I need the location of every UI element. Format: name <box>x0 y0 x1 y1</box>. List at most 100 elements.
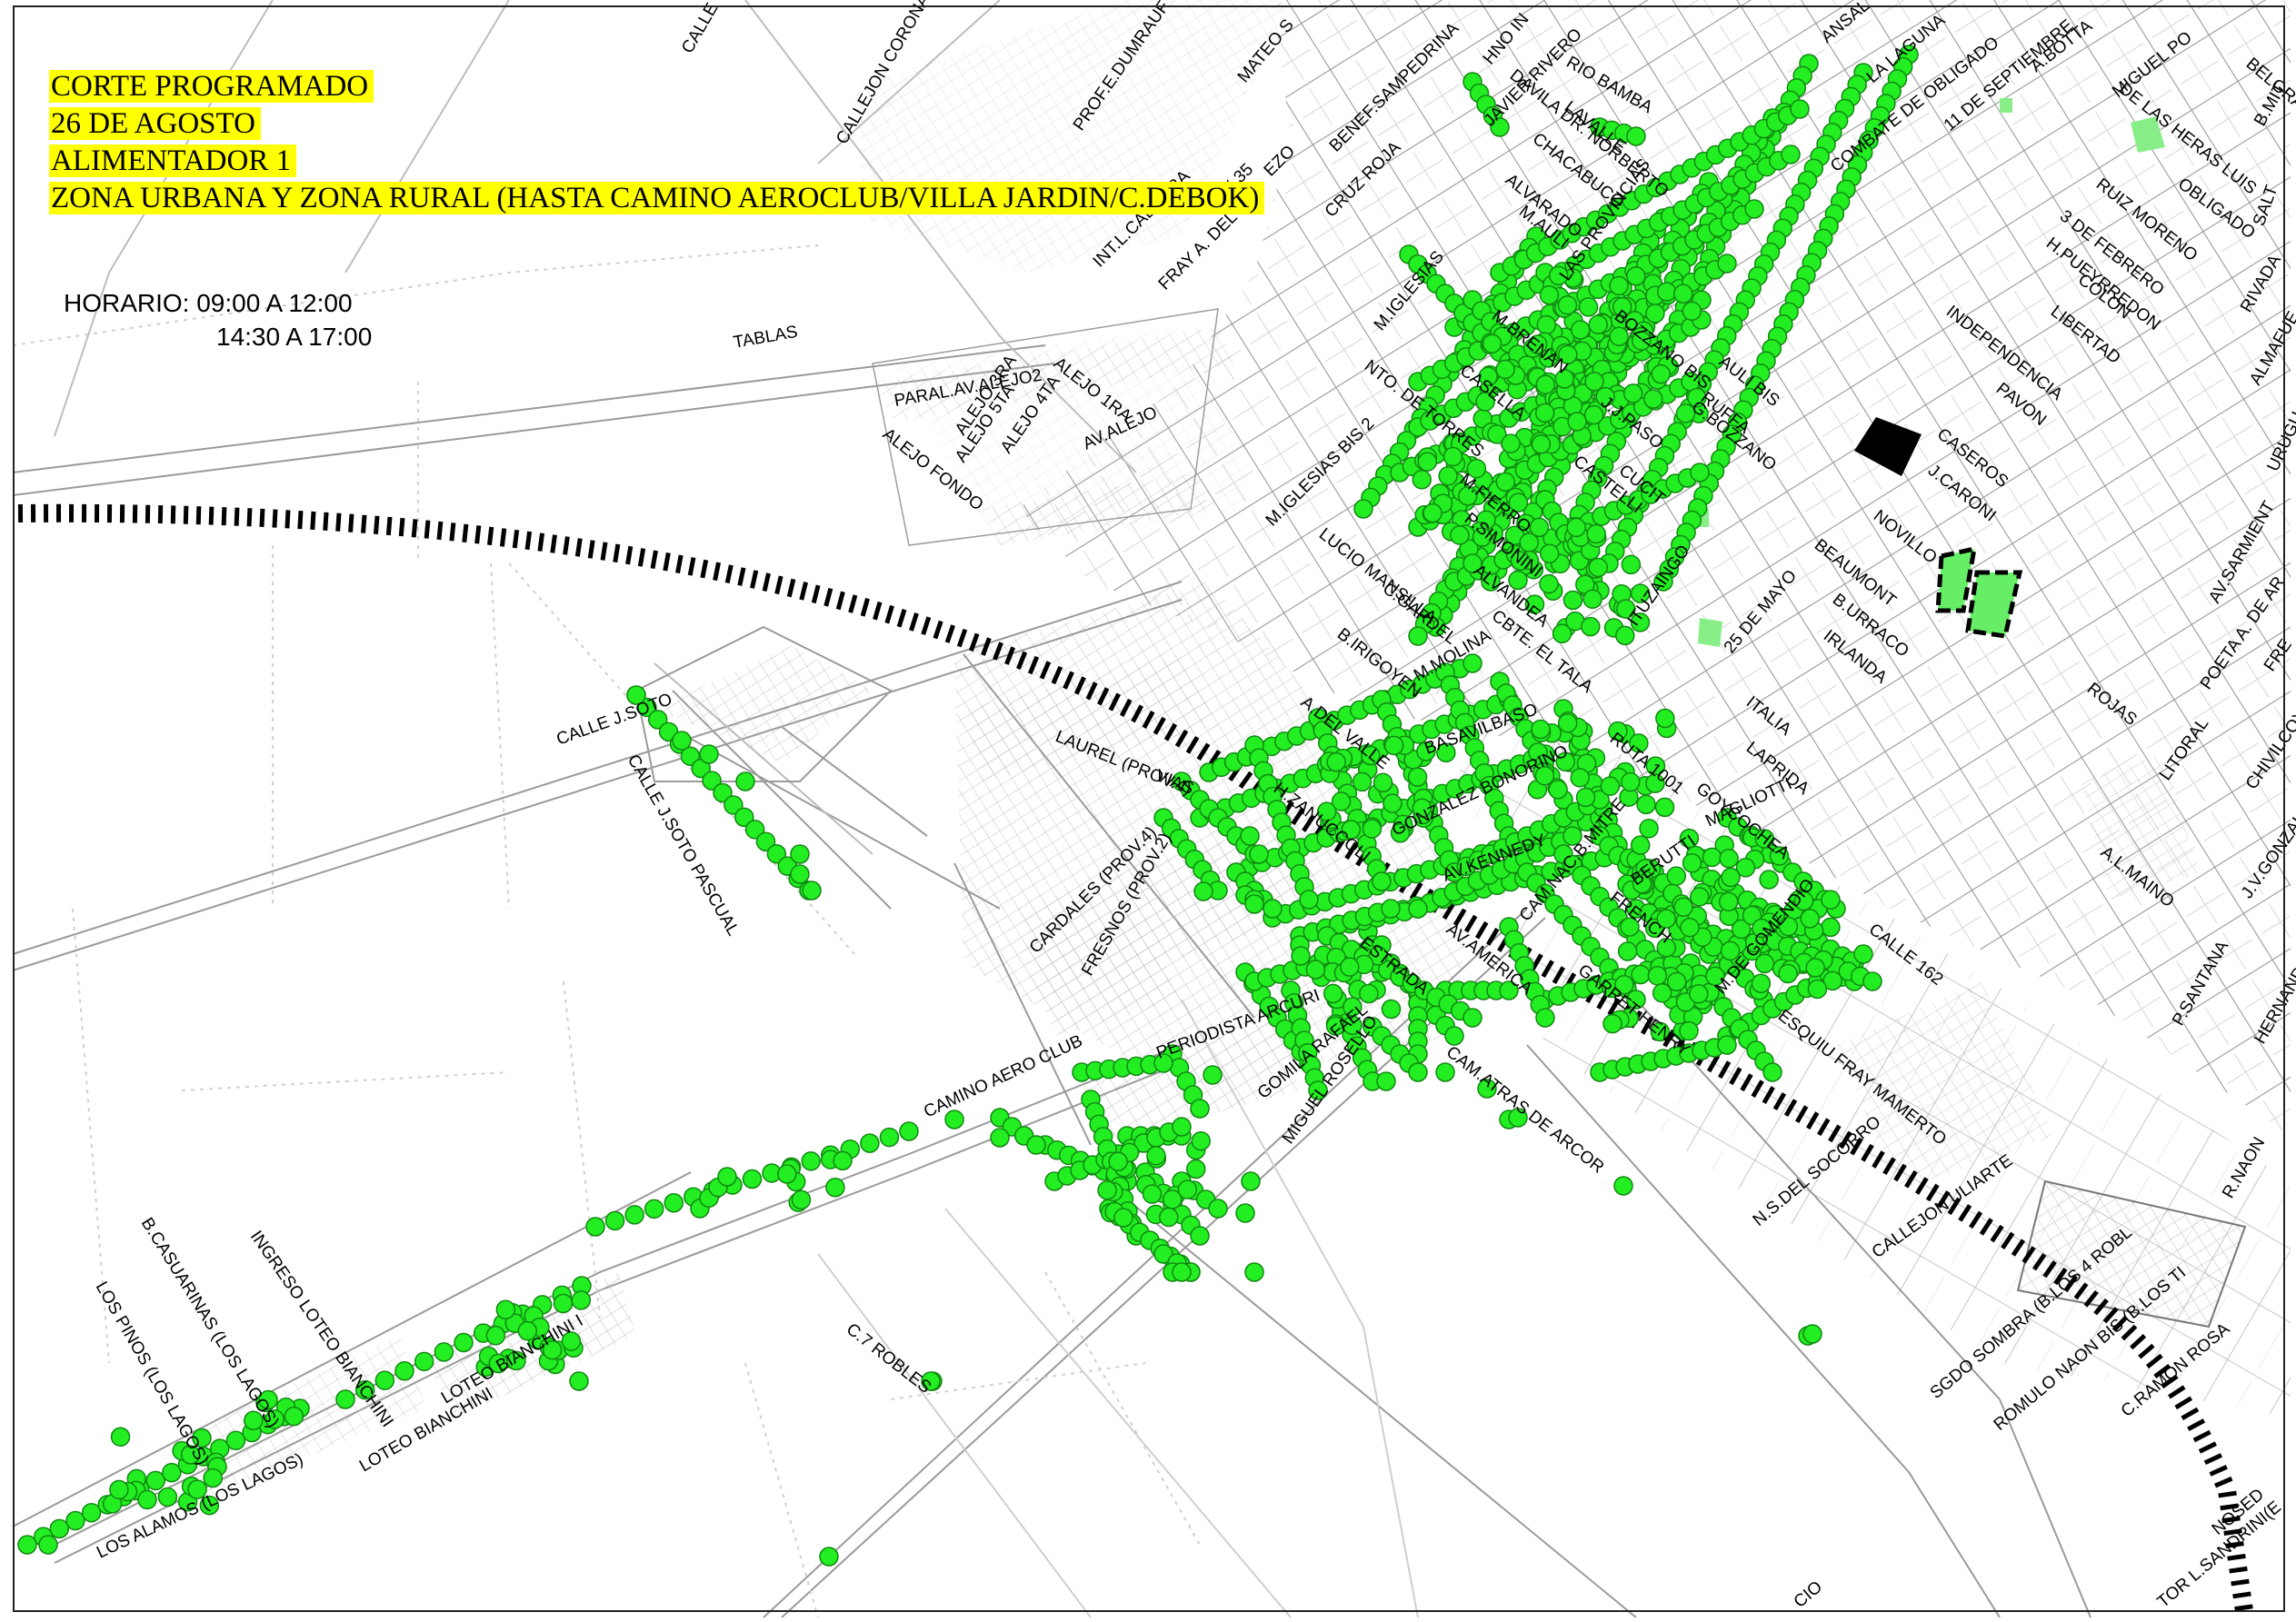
outage-point <box>1190 1226 1210 1246</box>
outage-point <box>1495 472 1516 493</box>
outage-point <box>569 1371 589 1391</box>
outage-point <box>1656 282 1677 302</box>
outage-point <box>17 1535 37 1555</box>
outage-point <box>1240 826 1260 846</box>
outage-point <box>1578 297 1599 317</box>
outage-point <box>1651 363 1672 384</box>
outage-point <box>1654 797 1675 818</box>
outage-point <box>1423 503 1442 523</box>
outage-point <box>1805 958 1825 978</box>
outage-point <box>1690 887 1710 907</box>
outage-point <box>1609 275 1629 296</box>
outage-point <box>833 1150 853 1171</box>
outage-point <box>1244 894 1264 914</box>
street-label: CIO <box>1791 1577 1826 1612</box>
outage-point <box>1177 1179 1198 1199</box>
outage-point <box>109 1479 129 1500</box>
outage-point <box>1751 973 1772 994</box>
title-line-4: ZONA URBANA Y ZONA RURAL (HASTA CAMINO A… <box>49 182 1265 214</box>
outage-point <box>1570 320 1591 340</box>
outage-point <box>1655 708 1675 729</box>
title-line-2: 26 DE AGOSTO <box>49 107 261 140</box>
outage-point <box>879 1127 900 1148</box>
outage-point <box>1142 1184 1163 1204</box>
outage-point <box>1291 946 1311 966</box>
schedule-line-2: 14:30 A 17:00 <box>216 323 373 351</box>
schedule-line-1: HORARIO: 09:00 A 12:00 <box>64 289 353 317</box>
outage-point <box>1535 1008 1555 1028</box>
outage-point <box>899 1121 919 1141</box>
outage-point <box>1548 780 1568 800</box>
outage-point <box>157 1487 178 1508</box>
outage-point <box>1645 304 1665 323</box>
outage-point <box>944 1110 964 1129</box>
outage-point <box>1621 771 1641 792</box>
outage-point <box>1781 144 1801 164</box>
outage-point <box>1719 848 1739 869</box>
outage-point <box>1108 1151 1128 1171</box>
outage-point <box>1536 314 1557 335</box>
outage-point <box>699 744 719 764</box>
outage-point <box>1352 771 1373 792</box>
outage-point <box>553 1293 574 1314</box>
outage-point <box>1862 971 1882 991</box>
outage-point <box>1778 963 1798 984</box>
outage-point <box>1359 983 1379 1004</box>
outage-point <box>1800 909 1820 929</box>
outage-point <box>801 1151 821 1171</box>
outage-point <box>1853 944 1873 964</box>
outage-point <box>1376 1071 1396 1091</box>
outage-point <box>1208 1199 1228 1219</box>
outage-point <box>1570 768 1590 788</box>
outage-point <box>1097 1180 1117 1200</box>
outage-point <box>802 881 822 901</box>
outage-point <box>65 1510 85 1531</box>
outage-point <box>1026 1135 1046 1155</box>
outage-point <box>1821 890 1841 910</box>
outage-point <box>1581 616 1601 637</box>
outage-point <box>604 1210 625 1231</box>
outage-point <box>1717 1035 1737 1055</box>
outage-point <box>495 1299 516 1320</box>
outage-point <box>110 1427 131 1448</box>
outage-point <box>1438 466 1458 486</box>
outage-point <box>672 731 692 751</box>
outage-point <box>374 1370 395 1390</box>
outage-point <box>137 1489 157 1510</box>
outage-point <box>1718 891 1739 912</box>
outage-point <box>1381 999 1402 1020</box>
outage-point <box>1562 590 1583 611</box>
outage-point <box>1588 314 1609 334</box>
outage-point <box>1190 1099 1210 1119</box>
outage-point <box>81 1502 102 1523</box>
map-canvas[interactable]: CALLE CALLEJON CORONA PROF.E.DUMRAUF MATEO … <box>0 0 2296 1622</box>
outage-point <box>790 864 810 884</box>
street-label: CAMINO AERO CLUB <box>921 1031 1085 1121</box>
outage-point <box>1482 333 1502 353</box>
outage-point <box>1566 517 1586 538</box>
outage-point <box>1626 266 1646 286</box>
outage-point <box>1586 523 1606 544</box>
outage-point <box>791 1189 812 1210</box>
outage-point <box>1383 793 1403 813</box>
outage-point <box>1539 284 1560 305</box>
outage-point <box>1299 890 1319 910</box>
outage-point <box>434 1342 454 1362</box>
outage-point <box>1203 1065 1223 1085</box>
outage-point <box>1462 1008 1482 1028</box>
outage-point <box>644 1199 664 1219</box>
outage-point <box>335 1389 355 1409</box>
outage-point <box>38 1535 58 1555</box>
outage-point <box>1435 1062 1455 1082</box>
outage-point <box>585 1217 605 1237</box>
outage-point <box>1615 625 1635 646</box>
outage-point <box>1539 543 1560 563</box>
outage-point <box>1373 772 1393 793</box>
outage-point <box>1531 434 1552 454</box>
outage-point <box>1534 403 1555 423</box>
outage-point <box>454 1332 474 1353</box>
outage-point <box>1495 359 1515 380</box>
outage-point <box>860 1133 880 1153</box>
outage-point <box>1630 835 1651 855</box>
outage-point <box>1567 412 1587 432</box>
